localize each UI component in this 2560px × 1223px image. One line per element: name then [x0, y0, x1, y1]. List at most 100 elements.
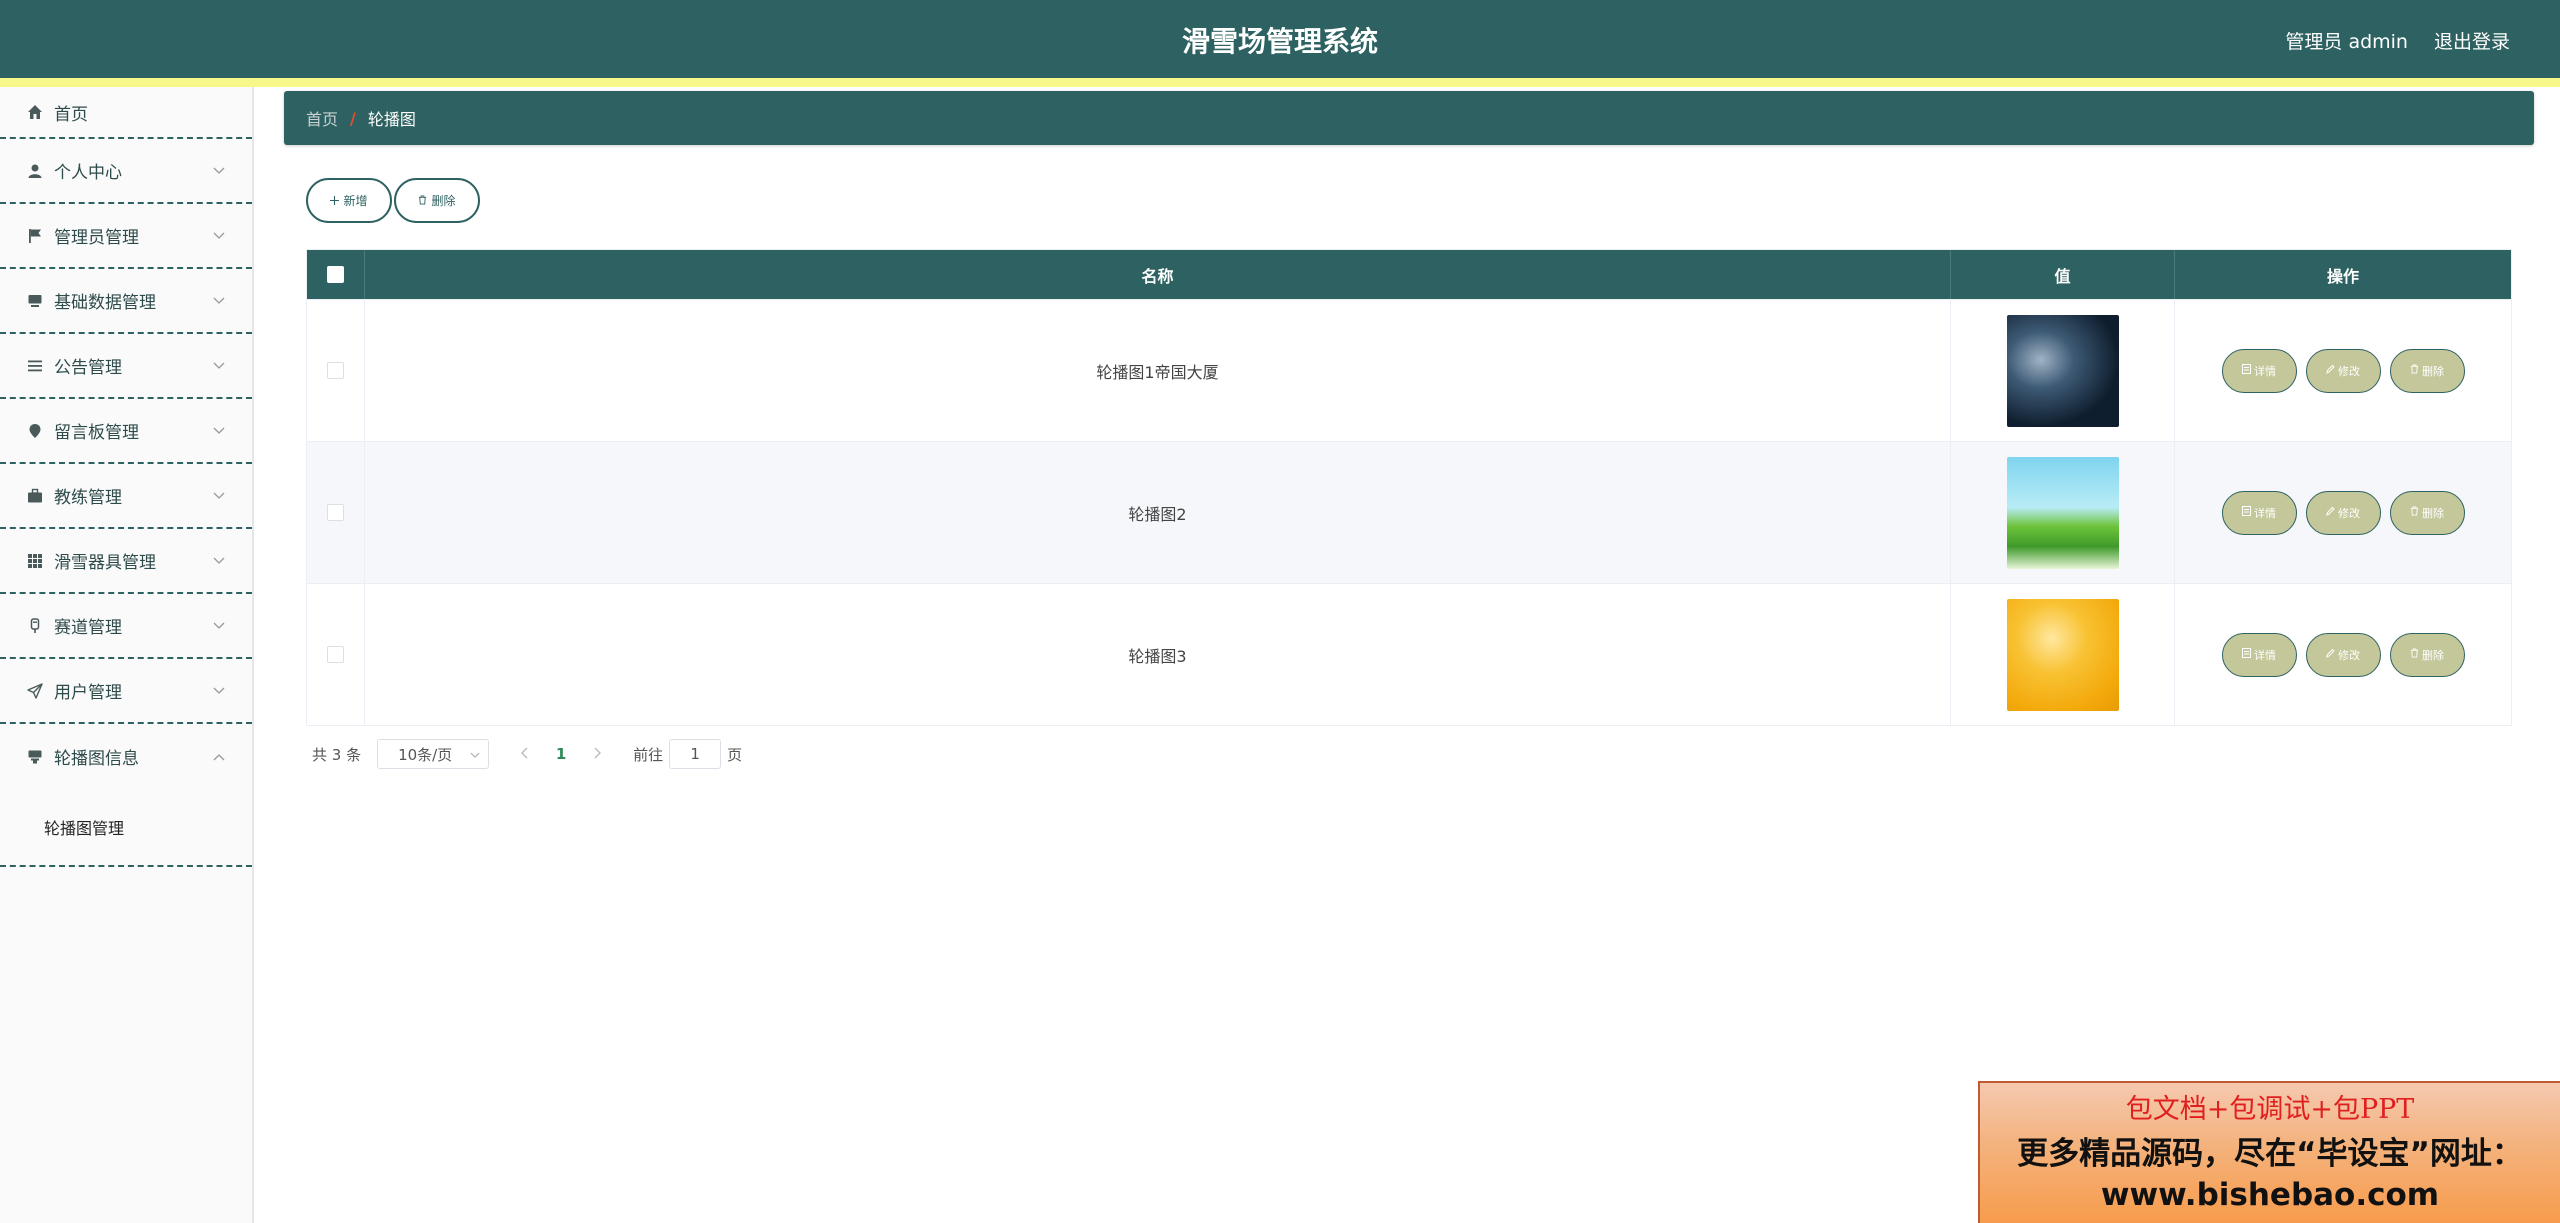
- delete-button[interactable]: 删除: [2389, 632, 2465, 677]
- prev-page-button[interactable]: [509, 745, 539, 763]
- chevron-down-icon: [212, 294, 226, 308]
- row-checkbox[interactable]: [327, 362, 344, 379]
- trash-icon: [2410, 648, 2419, 661]
- promo-line-3: www.bishebao.com: [2100, 1177, 2440, 1213]
- goto-prefix: 前往: [633, 745, 664, 764]
- edit-button[interactable]: 修改: [2305, 490, 2381, 535]
- delete-button[interactable]: 删除: [2389, 348, 2465, 393]
- sidebar: 首页 个人中心 管理员管理 基础数据管理 公告管理 留言板管理 教练管理 滑雪器…: [0, 87, 254, 1223]
- edit-button[interactable]: 修改: [2305, 632, 2381, 677]
- sidebar-item-notice[interactable]: 公告管理: [0, 334, 252, 399]
- row-actions: 详情 修改 删除: [2175, 442, 2511, 583]
- row-name: 轮播图3: [365, 584, 1951, 725]
- banner-icon: [26, 748, 44, 766]
- sidebar-item-banner[interactable]: 轮播图信息: [0, 724, 252, 789]
- document-icon: [2242, 648, 2251, 661]
- column-header-name: 名称: [365, 250, 1951, 299]
- detail-button[interactable]: 详情: [2221, 632, 2297, 677]
- sidebar-item-message-board[interactable]: 留言板管理: [0, 399, 252, 464]
- toolbar: 新增 删除: [306, 178, 480, 223]
- delete-button-label: 删除: [2422, 648, 2444, 662]
- row-actions: 详情 修改 删除: [2175, 300, 2511, 441]
- pin-icon: [26, 422, 44, 440]
- page-goto: 前往 页: [633, 739, 742, 769]
- banner-thumbnail[interactable]: [2006, 456, 2119, 569]
- delete-button-label: 删除: [2422, 364, 2444, 378]
- sidebar-item-admin[interactable]: 管理员管理: [0, 204, 252, 269]
- chevron-down-icon: [470, 745, 480, 763]
- breadcrumb-separator: /: [350, 108, 356, 128]
- document-icon: [2242, 506, 2251, 519]
- pagination: 共 3 条 10条/页 1 前往 页: [312, 739, 742, 769]
- sidebar-item-label: 首页: [54, 104, 88, 125]
- delete-button[interactable]: 删除: [2389, 490, 2465, 535]
- app-title: 滑雪场管理系统: [1181, 25, 1378, 58]
- banner-thumbnail[interactable]: [2006, 598, 2119, 711]
- banner-table: 名称 值 操作 轮播图1帝国大厦 详情 修改 删除 轮播图2 详情 修改 删除: [306, 249, 2512, 726]
- add-button-label: 新增: [343, 194, 368, 208]
- row-value-cell: [1951, 584, 2175, 725]
- logout-link[interactable]: 退出登录: [2434, 27, 2510, 54]
- promo-banner: 包文档+包调试+包PPT 更多精品源码，尽在“毕设宝”网址： www.bishe…: [1978, 1081, 2560, 1223]
- briefcase-icon: [26, 487, 44, 505]
- sidebar-item-label: 教练管理: [54, 488, 122, 508]
- row-actions: 详情 修改 删除: [2175, 584, 2511, 725]
- top-header: 滑雪场管理系统 管理员 admin 退出登录: [0, 0, 2560, 78]
- chevron-up-icon: [212, 750, 226, 764]
- table-row: 轮播图2 详情 修改 删除: [307, 441, 2511, 583]
- next-page-button[interactable]: [583, 745, 613, 763]
- plus-icon: [330, 194, 340, 208]
- chevron-down-icon: [212, 489, 226, 503]
- edit-icon: [2326, 364, 2335, 377]
- detail-button-label: 详情: [2254, 506, 2276, 520]
- detail-button-label: 详情: [2254, 648, 2276, 662]
- column-header-value: 值: [1951, 250, 2175, 299]
- row-checkbox[interactable]: [327, 646, 344, 663]
- batch-delete-button[interactable]: 删除: [394, 178, 480, 223]
- grid-icon: [26, 552, 44, 570]
- promo-line-1: 包文档+包调试+包PPT: [2125, 1094, 2415, 1125]
- sidebar-item-label: 轮播图信息: [54, 749, 139, 769]
- row-checkbox-cell: [307, 584, 365, 725]
- row-checkbox-cell: [307, 300, 365, 441]
- breadcrumb-home[interactable]: 首页: [306, 106, 338, 130]
- promo-line-2: 更多精品源码，尽在“毕设宝”网址：: [2017, 1136, 2523, 1172]
- header-checkbox-cell: [307, 250, 365, 299]
- sidebar-item-label: 基础数据管理: [54, 293, 156, 313]
- sidebar-item-coach[interactable]: 教练管理: [0, 464, 252, 529]
- sidebar-item-basic-data[interactable]: 基础数据管理: [0, 269, 252, 334]
- breadcrumb: 首页 / 轮播图: [284, 91, 2534, 145]
- banner-thumbnail[interactable]: [2006, 314, 2119, 427]
- page-number-current[interactable]: 1: [539, 745, 583, 763]
- page-size-value: 10条/页: [398, 745, 453, 764]
- sidebar-item-track[interactable]: 赛道管理: [0, 594, 252, 659]
- sidebar-subitem-banner-manage[interactable]: 轮播图管理: [44, 815, 124, 839]
- document-icon: [2242, 364, 2251, 377]
- select-all-checkbox[interactable]: [327, 266, 344, 283]
- sidebar-item-users[interactable]: 用户管理: [0, 659, 252, 724]
- sidebar-item-profile[interactable]: 个人中心: [0, 139, 252, 204]
- goto-page-input[interactable]: [669, 739, 722, 769]
- pagination-total: 共 3 条: [312, 745, 362, 764]
- home-icon: [26, 103, 44, 121]
- page-size-select[interactable]: 10条/页: [377, 739, 490, 769]
- edit-button-label: 修改: [2338, 648, 2360, 662]
- detail-button[interactable]: 详情: [2221, 490, 2297, 535]
- detail-button[interactable]: 详情: [2221, 348, 2297, 393]
- table-row: 轮播图3 详情 修改 删除: [307, 583, 2511, 725]
- chevron-down-icon: [212, 684, 226, 698]
- user-label: 管理员 admin: [2285, 31, 2408, 53]
- chevron-down-icon: [212, 619, 226, 633]
- sidebar-item-home[interactable]: 首页: [0, 87, 252, 139]
- header-stripe: [0, 78, 2560, 87]
- chevron-down-icon: [212, 229, 226, 243]
- sidebar-item-label: 公告管理: [54, 358, 122, 378]
- edit-button[interactable]: 修改: [2305, 348, 2381, 393]
- edit-icon: [2326, 506, 2335, 519]
- header-user-area: 管理员 admin 退出登录: [2285, 27, 2510, 54]
- row-checkbox[interactable]: [327, 504, 344, 521]
- add-button[interactable]: 新增: [306, 178, 392, 223]
- sidebar-item-ski-equipment[interactable]: 滑雪器具管理: [0, 529, 252, 594]
- row-checkbox-cell: [307, 442, 365, 583]
- sidebar-item-label: 滑雪器具管理: [54, 553, 156, 573]
